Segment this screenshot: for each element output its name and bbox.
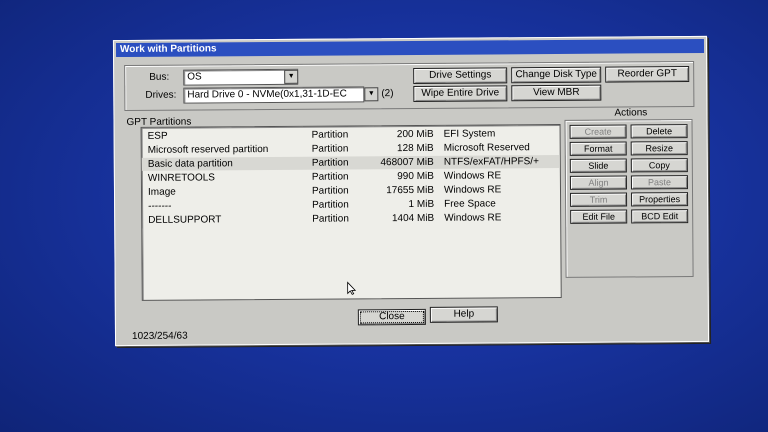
dialog-title: Work with Partitions [115,38,705,58]
partition-type: Partition [311,129,349,141]
list-item[interactable]: DELLSUPPORT Partition 1404 MiB Windows R… [142,211,560,227]
partition-name: DELLSUPPORT [148,214,222,226]
partition-fs: Windows RE [444,212,502,224]
actions-group: Create Delete Format Resize Slide Copy A… [564,119,694,278]
format-button[interactable]: Format [569,141,627,156]
bus-label: Bus: [149,71,170,83]
mouse-pointer-icon [347,281,357,295]
drive-settings-button[interactable]: Drive Settings [413,67,508,84]
chevron-down-icon[interactable]: ▼ [284,69,299,84]
drive-count: (2) [381,88,394,100]
partition-size: 1404 MiB [391,212,435,225]
delete-button[interactable]: Delete [630,124,688,139]
drives-label: Drives: [145,89,177,101]
partition-name: Basic data partition [147,158,233,170]
partition-size: 128 MiB [396,142,434,155]
partition-size: 468007 MiB [380,156,434,169]
partition-name: ESP [147,130,168,142]
partition-type: Partition [311,171,349,183]
partition-name: WINRETOOLS [147,172,215,184]
partition-size: 200 MiB [396,128,434,141]
partition-size: 1 MiB [408,198,435,211]
paste-button[interactable]: Paste [630,175,688,190]
partition-name: ------- [148,200,172,212]
partition-fs: Windows RE [443,170,502,182]
partition-name: Microsoft reserved partition [147,143,269,156]
partition-fs: EFI System [443,128,496,140]
partition-name: Image [147,186,176,198]
reorder-gpt-button[interactable]: Reorder GPT [605,66,690,83]
align-button[interactable]: Align [569,175,627,190]
partition-type: Partition [311,185,349,197]
work-with-partitions-dialog: Work with Partitions Bus: OS ▼ Drives: H… [112,35,710,347]
bus-select[interactable]: OS [183,68,299,86]
drives-select[interactable]: Hard Drive 0 - NVMe(0x1,31-1D-EC [183,86,365,104]
drive-selection-group: Bus: OS ▼ Drives: Hard Drive 0 - NVMe(0x… [124,61,695,111]
copy-button[interactable]: Copy [630,158,688,173]
partition-type: Partition [311,143,349,155]
resize-button[interactable]: Resize [630,141,688,156]
wipe-entire-drive-button[interactable]: Wipe Entire Drive [413,85,508,102]
properties-button[interactable]: Properties [631,192,689,207]
partition-fs: NTFS/exFAT/HPFS/+ [443,156,539,168]
partition-size: 990 MiB [397,170,434,183]
bcd-edit-button[interactable]: BCD Edit [631,209,689,224]
partition-list[interactable]: ESP Partition 200 MiB EFI System Microso… [140,123,562,301]
partition-fs: Free Space [444,198,496,210]
partition-type: Partition [312,199,349,211]
partition-fs: Windows RE [443,184,502,196]
partition-fs: Microsoft Reserved [443,142,530,154]
partition-size: 17655 MiB [386,184,435,197]
create-button[interactable]: Create [569,124,627,139]
chs-status: 1023/254/63 [131,330,188,342]
chevron-down-icon[interactable]: ▼ [364,87,379,102]
trim-button[interactable]: Trim [570,192,628,207]
edit-file-button[interactable]: Edit File [570,209,628,224]
slide-button[interactable]: Slide [569,158,627,173]
partition-type: Partition [311,157,349,169]
actions-label: Actions [614,107,648,119]
view-mbr-button[interactable]: View MBR [511,84,602,102]
change-disk-type-button[interactable]: Change Disk Type [511,66,602,84]
close-button[interactable]: Close [357,308,426,326]
partition-type: Partition [312,213,349,225]
help-button[interactable]: Help [429,306,498,323]
